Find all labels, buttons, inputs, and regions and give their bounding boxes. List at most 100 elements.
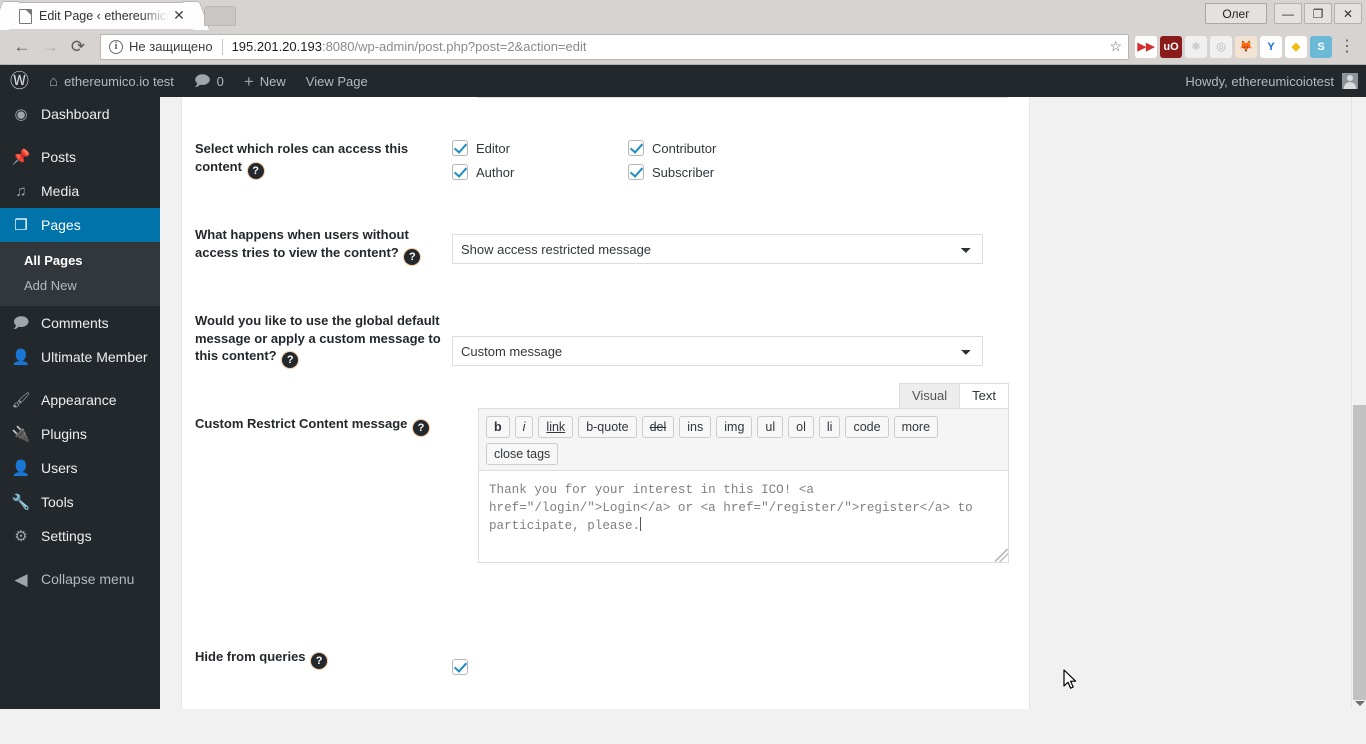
checkbox-icon[interactable] <box>628 164 644 180</box>
sidebar-item-plugins[interactable]: 🔌 Plugins <box>0 417 160 451</box>
sidebar-item-users[interactable]: 👤 Users <box>0 451 160 485</box>
view-page-label: View Page <box>305 73 368 89</box>
view-page-link[interactable]: View Page <box>296 65 378 97</box>
menu-separator <box>0 131 160 140</box>
sidebar-item-label: Appearance <box>41 392 117 408</box>
react-devtools-extension[interactable]: ⚛ <box>1185 35 1207 58</box>
quicktag-li[interactable]: li <box>818 416 841 438</box>
sidebar-item-posts[interactable]: 📌 Posts <box>0 140 160 174</box>
sidebar-item-appearance[interactable]: 🖌 Appearance <box>0 383 160 417</box>
help-icon[interactable]: ? <box>247 162 264 179</box>
role-checkbox-contributor[interactable]: Contributor <box>628 140 804 156</box>
quicktag-i[interactable]: i <box>514 416 534 438</box>
site-name-menu[interactable]: ⌂ ethereumico.io test <box>39 65 184 97</box>
window-close-icon[interactable]: ✕ <box>1334 3 1362 24</box>
scroll-down-arrow-icon[interactable] <box>1355 701 1365 706</box>
scrollbar-thumb[interactable] <box>1353 405 1366 700</box>
quicktag-ul[interactable]: ul <box>757 416 784 438</box>
no-access-action-select[interactable]: Show access restricted messageRedirect u… <box>452 234 983 264</box>
sidebar-item-pages[interactable]: ❒ Pages <box>0 208 160 242</box>
forward-icon[interactable]: → <box>36 33 64 61</box>
window-controls: Олег — ❐ ✕ <box>1205 3 1362 24</box>
quicktag-ins[interactable]: ins <box>679 416 712 438</box>
maximize-icon[interactable]: ❐ <box>1304 3 1332 24</box>
menu-separator <box>0 374 160 383</box>
pages-submenu: All Pages Add New <box>0 242 160 306</box>
ublock-origin-extension[interactable]: uO <box>1160 35 1182 58</box>
quicktag-more[interactable]: more <box>893 416 939 438</box>
my-account-menu[interactable]: Howdy, ethereumicoiotest <box>1185 73 1366 89</box>
new-tab-button[interactable] <box>204 6 236 26</box>
omnibox-divider <box>221 38 223 55</box>
submenu-item-add-new[interactable]: Add New <box>0 273 160 298</box>
browser-menu-icon[interactable]: ⋮ <box>1336 38 1358 54</box>
quicktag-close-tags[interactable]: close tags <box>486 443 559 465</box>
collapse-menu-button[interactable]: ◀ Collapse menu <box>0 562 160 596</box>
wordpress-logo-icon[interactable]: Ⓦ <box>0 65 39 97</box>
editor-mode-tabs: Visual Text <box>478 383 1009 408</box>
quicktag-code[interactable]: code <box>845 416 889 438</box>
help-icon[interactable]: ? <box>282 352 299 368</box>
help-icon[interactable]: ? <box>404 248 421 265</box>
browser-profile-chip[interactable]: Олег <box>1205 3 1267 24</box>
custom-message-textarea[interactable]: Thank you for your interest in this ICO!… <box>478 471 1009 563</box>
checkbox-icon[interactable] <box>452 140 468 156</box>
yandex-extension[interactable]: Y <box>1260 35 1282 58</box>
message-source-select[interactable]: Global default messageCustom message <box>452 336 983 366</box>
star-icon[interactable]: ☆ <box>1101 38 1122 55</box>
sidebar-item-dashboard[interactable]: ◉ Dashboard <box>0 97 160 131</box>
mouse-cursor <box>1063 669 1077 689</box>
browser-toolbar: ← → ⟳ i Не защищено 195.201.20.193:8080/… <box>0 29 1366 65</box>
sidebar-item-label: Users <box>41 460 78 476</box>
back-icon[interactable]: ← <box>8 33 36 61</box>
help-icon[interactable]: ? <box>311 653 328 669</box>
help-icon[interactable]: ? <box>413 420 430 436</box>
reload-icon[interactable]: ⟳ <box>64 33 92 61</box>
hide-from-queries-checkbox[interactable] <box>452 659 468 675</box>
quicktag-ol[interactable]: ol <box>788 416 814 438</box>
checkbox-icon[interactable] <box>452 164 468 180</box>
comments-bubble[interactable]: 🗩 0 <box>184 65 234 97</box>
sidebar-item-settings[interactable]: ⚙ Settings <box>0 519 160 553</box>
new-content-menu[interactable]: + New <box>234 65 296 97</box>
pin-icon: 📌 <box>11 148 31 166</box>
pages-icon: ❒ <box>14 216 28 234</box>
binance-extension[interactable]: ◆ <box>1285 35 1307 58</box>
role-checkbox-subscriber[interactable]: Subscriber <box>628 164 804 180</box>
metamask-fox-extension[interactable]: 🦊 <box>1235 35 1257 58</box>
plus-icon: + <box>243 71 254 91</box>
minimize-icon[interactable]: — <box>1274 3 1302 24</box>
plug-icon: 🔌 <box>11 425 31 443</box>
message-source-row: Would you like to use the global default… <box>182 312 983 368</box>
submenu-item-all-pages[interactable]: All Pages <box>0 248 160 273</box>
close-icon[interactable]: ✕ <box>171 8 187 24</box>
page-scrollbar[interactable] <box>1351 97 1366 709</box>
role-checkbox-author[interactable]: Author <box>452 164 628 180</box>
browser-tab[interactable]: Edit Page ‹ ethereumico.io test — WordPr… <box>8 2 194 29</box>
quicktag-img[interactable]: img <box>716 416 753 438</box>
role-checkbox-editor[interactable]: Editor <box>452 140 628 156</box>
not-secure-info-icon[interactable]: i <box>109 39 123 54</box>
role-label: Contributor <box>652 140 717 156</box>
quicktag-del[interactable]: del <box>641 416 675 438</box>
sidebar-item-label: Plugins <box>41 426 87 442</box>
sidebar-item-tools[interactable]: 🔧 Tools <box>0 485 160 519</box>
clipped-field-above[interactable] <box>477 97 1008 98</box>
home-icon: ⌂ <box>49 72 59 90</box>
editor-tab-text[interactable]: Text <box>959 383 1009 408</box>
sidebar-item-comments[interactable]: 🗩 Comments <box>0 306 160 340</box>
quicktag-b[interactable]: b <box>486 416 510 438</box>
sidebar-item-label: Posts <box>41 149 77 165</box>
scatter-extension[interactable]: S <box>1310 35 1332 58</box>
editor-tab-visual[interactable]: Visual <box>898 383 961 408</box>
sidebar-item-ultimate-member[interactable]: 👤 Ultimate Member <box>0 340 160 374</box>
quicktag-link[interactable]: link <box>538 416 574 438</box>
fast-forward-extension[interactable]: ▶▶ <box>1135 35 1157 58</box>
sidebar-item-media[interactable]: ♫ Media <box>0 174 160 208</box>
hide-from-queries-label: Hide from queries ? <box>182 648 452 677</box>
checkbox-icon[interactable] <box>628 140 644 156</box>
quicktag-b-quote[interactable]: b-quote <box>578 416 637 438</box>
text-caret <box>640 517 642 531</box>
address-bar[interactable]: i Не защищено 195.201.20.193:8080/wp-adm… <box>100 33 1129 60</box>
metamask-ring-extension[interactable]: ◎ <box>1210 35 1232 58</box>
